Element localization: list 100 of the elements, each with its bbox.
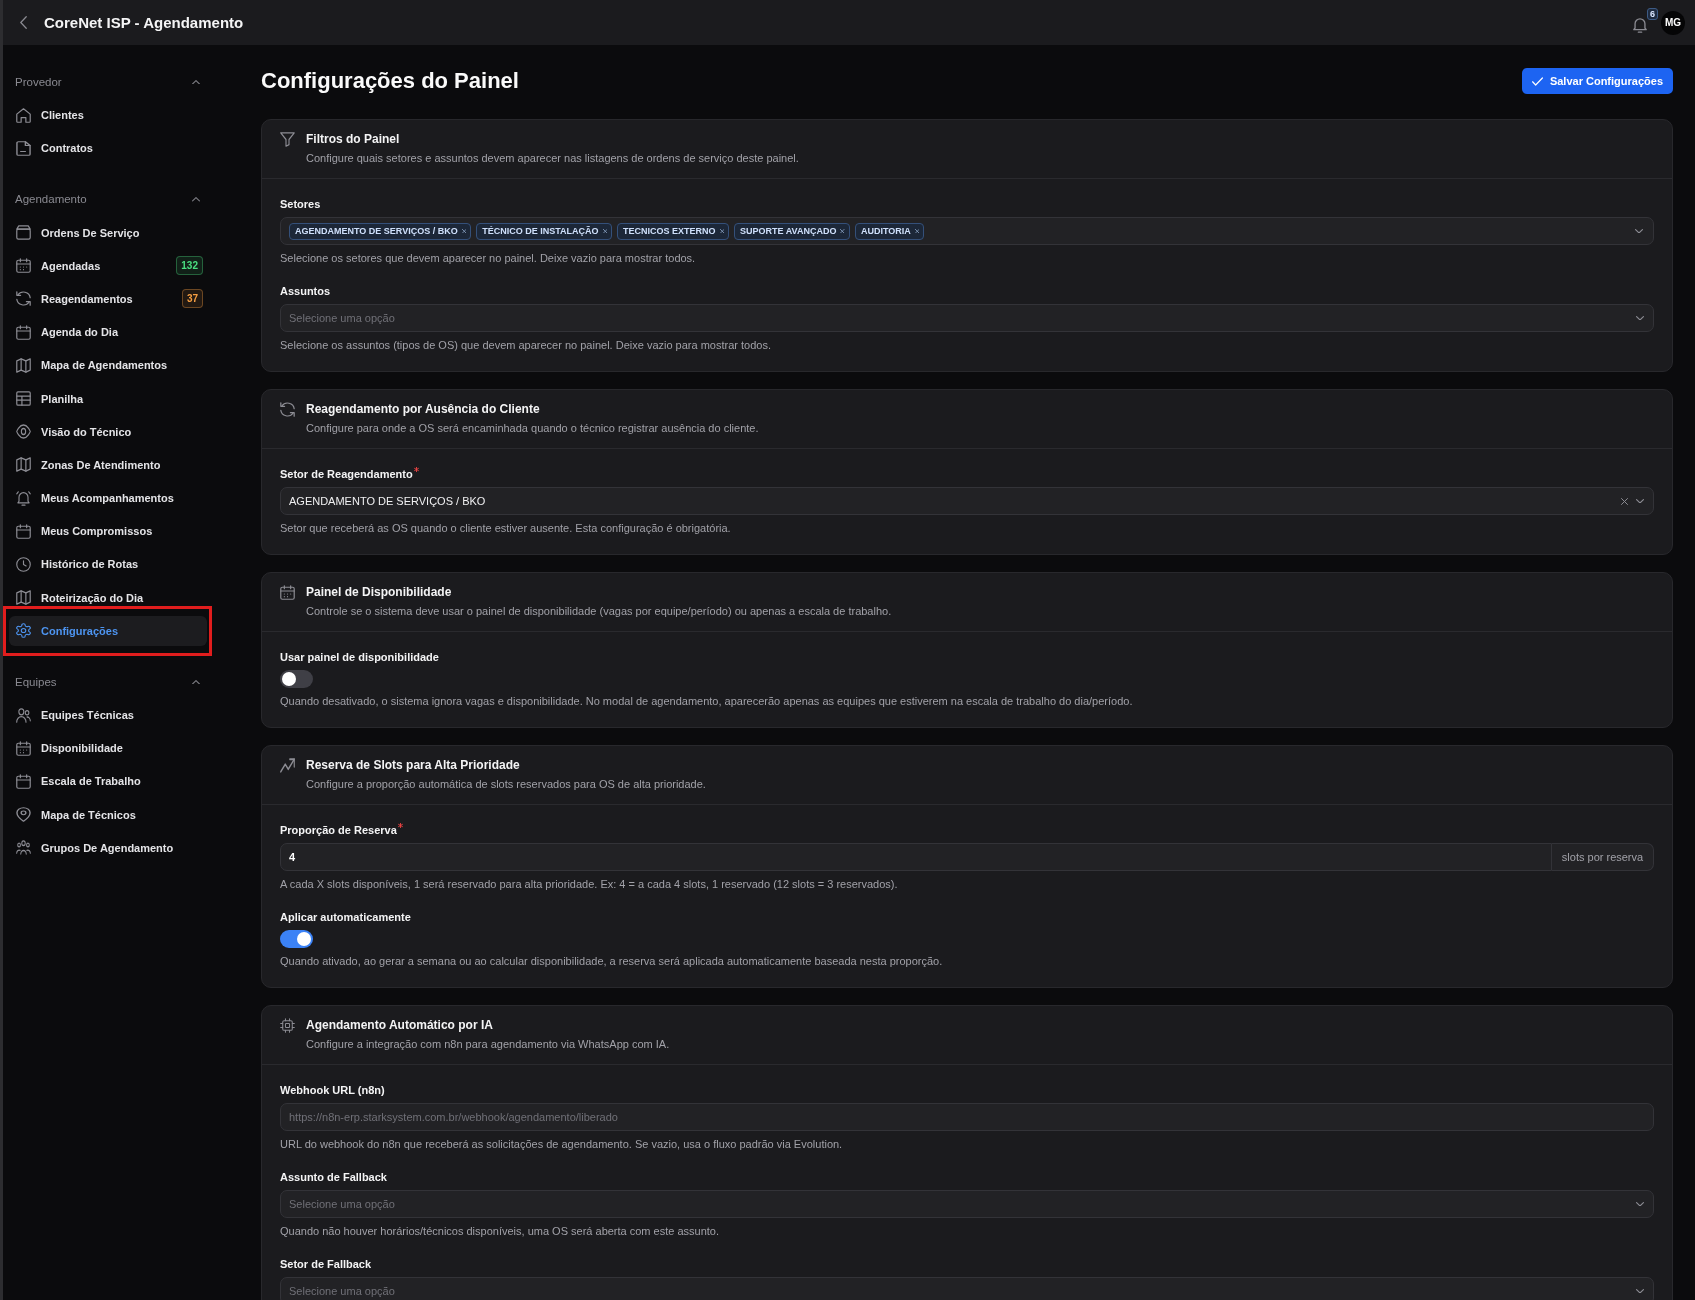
remove-icon[interactable] bbox=[914, 228, 920, 234]
remove-icon[interactable] bbox=[719, 228, 725, 234]
selected-tag[interactable]: TECNICOS EXTERNO bbox=[617, 222, 730, 240]
sidebar-item[interactable]: Histórico de Rotas bbox=[9, 549, 207, 580]
help-text: Quando ativado, ao gerar a semana ou ao calcular disponibilidade, a reserva será aplicada automaticamente baseada nesta proporção. bbox=[280, 954, 944, 968]
nav-group-header[interactable]: Provedor bbox=[9, 67, 207, 97]
check-icon bbox=[1531, 76, 1543, 86]
calendar-icon bbox=[16, 523, 31, 539]
selected-tag[interactable]: SUPORTE AVANÇADO bbox=[734, 222, 850, 240]
sidebar-item[interactable]: Roteirização do Dia bbox=[9, 582, 207, 613]
sidebar-item[interactable]: Disponibilidade bbox=[9, 733, 207, 764]
sidebar-item[interactable]: Reagendamentos 37 bbox=[9, 283, 207, 314]
help-text: A cada X slots disponíveis, 1 será reservado para alta prioridade. Ex: 4 = a cada 4 slots, 1 reservado (12 slots = 3 reservados). bbox=[280, 877, 899, 891]
eye-icon bbox=[16, 424, 31, 440]
document-icon bbox=[16, 140, 31, 156]
sidebar-item[interactable]: Mapa de Técnicos bbox=[9, 799, 207, 830]
map-icon bbox=[16, 590, 31, 606]
unit-addon: slots por reserva bbox=[1552, 843, 1654, 871]
users-icon bbox=[16, 707, 31, 723]
help-text: Setor que receberá as OS quando o cliente estiver ausente. Esta configuração é obrigatória. bbox=[280, 521, 732, 535]
clear-icon[interactable] bbox=[1621, 497, 1628, 505]
map-icon bbox=[16, 357, 31, 373]
calendar-icon bbox=[280, 585, 295, 600]
remove-icon[interactable] bbox=[840, 228, 845, 234]
card-title: Reserva de Slots para Alta Prioridade bbox=[306, 757, 521, 773]
map-pin-icon bbox=[16, 807, 31, 823]
field-label: Setor de Fallback bbox=[280, 1257, 372, 1272]
selected-tag[interactable]: AUDITORIA bbox=[854, 222, 925, 240]
back-icon[interactable] bbox=[20, 16, 27, 29]
help-text: Selecione os setores que devem aparecer no painel. Deixe vazio para mostrar todos. bbox=[280, 251, 697, 265]
chevron-up-icon bbox=[192, 679, 200, 685]
notification-bell-icon[interactable] bbox=[1633, 17, 1647, 33]
archive-box-icon bbox=[16, 225, 31, 241]
toggle-switch[interactable] bbox=[280, 930, 313, 948]
multiselect-field[interactable]: AGENDAMENTO DE SERVIÇOS / BKO TÉCNICO DE INSTALAÇÃO TECNICOS EXTERNO SUPORTE AVANÇADO AUDITORIA bbox=[280, 217, 1654, 245]
select-field[interactable]: Selecione uma opção bbox=[280, 1277, 1654, 1300]
selected-tag[interactable]: TÉCNICO DE INSTALAÇÃO bbox=[476, 222, 613, 240]
sidebar-item[interactable]: Escala de Trabalho bbox=[9, 766, 207, 797]
calendar-icon bbox=[16, 740, 31, 756]
count-badge: 37 bbox=[181, 289, 203, 309]
sidebar-item[interactable]: Agendadas 132 bbox=[9, 250, 207, 281]
remove-icon[interactable] bbox=[602, 228, 608, 234]
refresh-icon bbox=[280, 402, 295, 417]
map-icon bbox=[16, 457, 31, 473]
help-text: Quando desativado, o sistema ignora vagas e disponibilidade. No modal de agendamento, aparecerão apenas as equipes que estiverem na escala de trabalho do dia/período. bbox=[280, 694, 1134, 708]
save-button[interactable]: Salvar Configurações bbox=[1521, 68, 1673, 94]
select-field[interactable]: Selecione uma opção bbox=[280, 1190, 1654, 1218]
field-label: Setor de Reagendamento bbox=[280, 467, 413, 482]
trend-up-icon bbox=[280, 758, 295, 773]
sidebar-item[interactable]: Grupos De Agendamento bbox=[9, 832, 207, 863]
sidebar-item[interactable]: Meus Acompanhamentos bbox=[9, 483, 207, 514]
user-avatar[interactable]: MG bbox=[1661, 10, 1685, 35]
sidebar-item[interactable]: Agenda do Dia bbox=[9, 317, 207, 348]
sidebar-item[interactable]: Zonas De Atendimento bbox=[9, 449, 207, 480]
calendar-icon bbox=[16, 324, 31, 340]
chevron-down-icon bbox=[1636, 498, 1644, 504]
settings-icon bbox=[16, 623, 31, 639]
sidebar-item[interactable]: Visão do Técnico bbox=[9, 416, 207, 447]
toggle-switch[interactable] bbox=[280, 670, 313, 688]
group-icon bbox=[16, 840, 31, 856]
help-text: Quando não houver horários/técnicos disponíveis, uma OS será aberta com este assunto. bbox=[280, 1224, 721, 1238]
field-label: Webhook URL (n8n) bbox=[280, 1083, 385, 1098]
count-badge: 132 bbox=[176, 256, 203, 276]
chip-icon bbox=[280, 1018, 295, 1033]
sidebar-item[interactable]: Configurações bbox=[9, 615, 207, 646]
notification-count-badge: 6 bbox=[1647, 7, 1658, 20]
url-input[interactable]: https://n8n-erp.starksystem.com.br/webhook/agendamento/liberado bbox=[280, 1103, 1654, 1131]
selected-tag[interactable]: AGENDAMENTO DE SERVIÇOS / BKO bbox=[289, 222, 472, 240]
refresh-icon bbox=[16, 291, 31, 307]
chevron-up-icon bbox=[192, 197, 200, 202]
help-text: Selecione os assuntos (tipos de OS) que devem aparecer no painel. Deixe vazio para mostrar todos. bbox=[280, 338, 772, 352]
sidebar-item[interactable]: Planilha bbox=[9, 383, 207, 414]
sidebar-item[interactable]: Ordens De Serviço bbox=[9, 217, 207, 248]
card-title: Filtros do Painel bbox=[306, 131, 401, 147]
card-description: Configure para onde a OS será encaminhada quando o técnico registrar ausência do cliente. bbox=[306, 421, 759, 436]
select-field[interactable]: Selecione uma opção bbox=[280, 304, 1654, 332]
table-icon bbox=[16, 391, 31, 406]
field-label: Setores bbox=[280, 197, 321, 212]
sidebar-item[interactable]: Mapa de Agendamentos bbox=[9, 350, 207, 381]
chevron-down-icon bbox=[1636, 315, 1644, 321]
card-title: Reagendamento por Ausência do Cliente bbox=[306, 401, 541, 417]
calendar-icon bbox=[16, 258, 31, 274]
nav-group-header[interactable]: Agendamento bbox=[9, 184, 207, 215]
field-label: Assuntos bbox=[280, 284, 331, 299]
sidebar-item[interactable]: Equipes Técnicas bbox=[9, 700, 207, 730]
remove-icon[interactable] bbox=[461, 228, 467, 234]
card-description: Controle se o sistema deve usar o painel de disponibilidade (vagas por equipe/período) ou apenas a escala de trabalho. bbox=[306, 604, 892, 619]
nav-group-header[interactable]: Equipes bbox=[9, 666, 207, 697]
chevron-up-icon bbox=[192, 79, 200, 85]
sidebar-item[interactable]: Clientes bbox=[9, 100, 207, 131]
help-text: URL do webhook do n8n que receberá as solicitações de agendamento. Se vazio, usa o fluxo padrão via Evolution. bbox=[280, 1137, 844, 1151]
number-input[interactable]: 4 bbox=[280, 843, 1552, 871]
chevron-down-icon bbox=[1635, 228, 1643, 234]
card-description: Configure quais setores e assuntos devem aparecer nas listagens de ordens de serviço deste painel. bbox=[306, 151, 799, 166]
select-field[interactable]: AGENDAMENTO DE SERVIÇOS / BKO bbox=[280, 487, 1654, 515]
app-title: CoreNet ISP - Agendamento bbox=[44, 13, 244, 32]
filter-icon bbox=[280, 132, 295, 147]
field-label: Proporção de Reserva bbox=[280, 823, 397, 838]
sidebar-item[interactable]: Meus Compromissos bbox=[9, 516, 207, 547]
sidebar-item[interactable]: Contratos bbox=[9, 133, 207, 164]
